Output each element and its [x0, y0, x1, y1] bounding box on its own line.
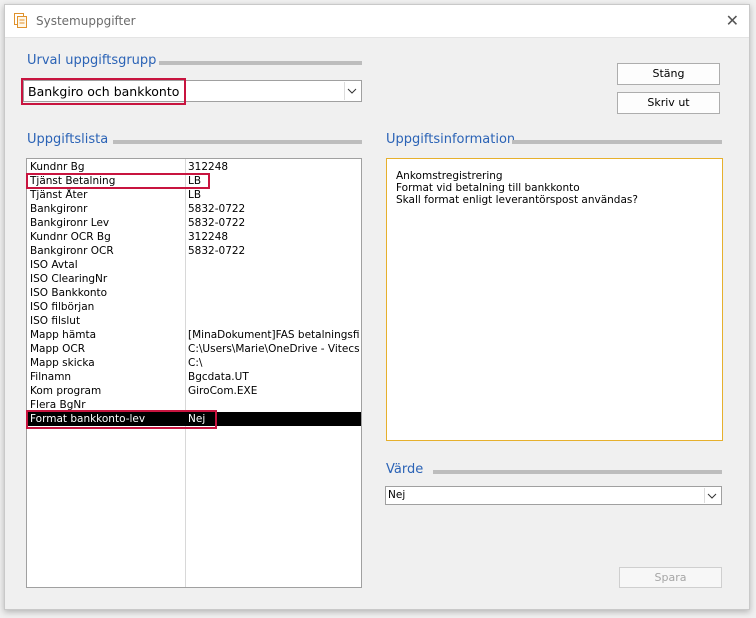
list-item-value: Bgcdata.UT [188, 371, 249, 383]
group-select[interactable]: Bankgiro och bankkonto [23, 80, 362, 102]
list-item[interactable]: Mapp skicka C:\ [27, 356, 361, 370]
list-item-key: Kundnr OCR Bg [30, 231, 111, 243]
list-item-value: 312248 [188, 161, 229, 173]
info-group-line [512, 140, 722, 144]
list-item-value: 5832-0722 [188, 203, 246, 215]
info-panel: Ankomstregistrering Format vid betalning… [386, 158, 723, 441]
chevron-down-icon[interactable] [704, 488, 720, 503]
list-item-key: Tjänst Betalning [30, 175, 116, 187]
list-item-value: C:\Users\Marie\OneDrive - Vitecsoft [188, 343, 360, 355]
close-button[interactable]: Stäng [617, 63, 720, 85]
list-item-key: ISO Bankkonto [30, 287, 108, 299]
list-item[interactable]: ISO Avtal [27, 258, 361, 272]
list-item-key: Bankgironr Lev [30, 217, 110, 229]
list-item[interactable]: Kom program GiroCom.EXE [27, 384, 361, 398]
list-group-line [113, 140, 362, 144]
value-select[interactable]: Nej [385, 486, 722, 505]
list-item-value: [MinaDokument]FAS betalningsfiler\I [188, 329, 360, 341]
list-item-key: Bankgironr [30, 203, 88, 215]
task-list[interactable]: Kundnr Bg 312248 Tjänst Betalning LB Tjänst … [26, 158, 362, 588]
document-stack-icon [14, 13, 27, 28]
list-item-key: Bankgironr OCR [30, 245, 114, 257]
list-item-value: LB [188, 189, 202, 201]
list-item-value: C:\ [188, 357, 203, 369]
list-item[interactable]: Tjänst Åter LB [27, 188, 361, 202]
list-item[interactable]: ISO filbörjan [27, 300, 361, 314]
list-item-key: Flera BgNr [30, 399, 86, 411]
list-item-key: Kom program [30, 385, 102, 397]
list-item-key: ISO filbörjan [30, 301, 95, 313]
chevron-down-icon[interactable] [344, 82, 360, 100]
info-line: Format vid betalning till bankkonto [396, 182, 580, 194]
varde-group-line [433, 470, 722, 474]
list-item[interactable]: Kundnr Bg 312248 [27, 160, 361, 174]
info-group-label: Uppgiftsinformation [386, 132, 516, 147]
list-item[interactable]: Mapp OCR C:\Users\Marie\OneDrive - Vitecs… [27, 342, 361, 356]
print-button[interactable]: Skriv ut [617, 92, 720, 114]
list-item-key: Mapp hämta [30, 329, 97, 341]
list-item[interactable]: Format bankkonto-lev Nej [27, 412, 361, 426]
dialog-window: Systemuppgifter ✕ Urval uppgiftsgrupp Ba… [4, 4, 750, 610]
list-item[interactable]: Bankgironr Lev 5832-0722 [27, 216, 361, 230]
varde-group-label: Värde [386, 462, 424, 477]
save-button[interactable]: Spara [619, 567, 722, 588]
list-item-key: ISO Avtal [30, 259, 78, 271]
list-item-key: Tjänst Åter [30, 189, 88, 201]
list-item[interactable]: Mapp hämta [MinaDokument]FAS betalningsfi… [27, 328, 361, 342]
list-item[interactable]: ISO ClearingNr [27, 272, 361, 286]
list-item-key: Filnamn [30, 371, 72, 383]
list-item[interactable]: Tjänst Betalning LB [27, 174, 361, 188]
list-item-key: Mapp skicka [30, 357, 95, 369]
list-item-key: Kundnr Bg [30, 161, 85, 173]
list-item-value: LB [188, 175, 202, 187]
list-item-key: Format bankkonto-lev [30, 413, 146, 425]
list-item-value: 312248 [188, 231, 229, 243]
info-line: Skall format enligt leverantörspost anvä… [396, 194, 638, 206]
list-item-key: ISO filslut [30, 315, 81, 327]
list-item[interactable]: Filnamn Bgcdata.UT [27, 370, 361, 384]
urval-group-label: Urval uppgiftsgrupp [27, 53, 157, 68]
list-item-value: GiroCom.EXE [188, 385, 258, 397]
title-bar: Systemuppgifter ✕ [5, 5, 749, 38]
list-item[interactable]: ISO Bankkonto [27, 286, 361, 300]
list-item-value: 5832-0722 [188, 217, 246, 229]
urval-group-line [159, 61, 362, 65]
info-line: Ankomstregistrering [396, 170, 503, 182]
close-icon[interactable]: ✕ [726, 11, 739, 30]
list-item[interactable]: Kundnr OCR Bg 312248 [27, 230, 361, 244]
list-item[interactable]: Bankgironr OCR 5832-0722 [27, 244, 361, 258]
value-select-value: Nej [388, 489, 406, 501]
list-group-label: Uppgiftslista [27, 132, 109, 147]
list-item-value: 5832-0722 [188, 245, 246, 257]
list-item[interactable]: Flera BgNr [27, 398, 361, 412]
group-select-value: Bankgiro och bankkonto [28, 84, 180, 99]
list-item-value: Nej [188, 413, 206, 425]
list-item[interactable]: ISO filslut [27, 314, 361, 328]
list-item-key: Mapp OCR [30, 343, 86, 355]
list-item[interactable]: Bankgironr 5832-0722 [27, 202, 361, 216]
list-item-key: ISO ClearingNr [30, 273, 108, 285]
window-title: Systemuppgifter [36, 14, 136, 28]
